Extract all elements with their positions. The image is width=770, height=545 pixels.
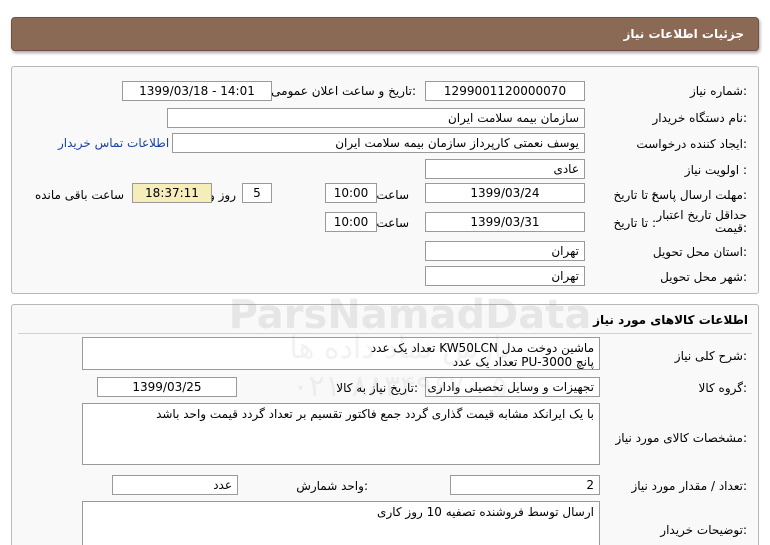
price-time-field: 10:00 [325, 212, 377, 232]
quantity-label: تعداد / مقدار مورد نیاز: [631, 479, 747, 493]
announce-field: 1399/03/18 - 14:01 [122, 81, 272, 101]
buyer-org-field: سازمان بیمه سلامت ایران [167, 108, 585, 128]
goods-group-label: گروه کالا: [698, 381, 748, 395]
priority-field: عادی [425, 159, 585, 179]
price-validity-label-2: قیمت: [714, 221, 747, 235]
price-validity-label: حداقل تاریخ اعتبار [656, 208, 747, 222]
need-number-label: شماره نیاز: [689, 84, 747, 98]
reply-deadline-label: مهلت ارسال پاسخ: [651, 188, 747, 202]
buyer-org-label: نام دستگاه خریدار: [652, 111, 748, 125]
creator-field: یوسف نعمتی کارپرداز سازمان بیمه سلامت ای… [172, 133, 585, 153]
need-date-field: 1399/03/25 [97, 377, 237, 397]
need-number-field: 1299001120000070 [425, 81, 585, 101]
description-label: شرح کلی نیاز: [674, 349, 747, 363]
buyer-notes-label: توضیحات خریدار: [660, 523, 747, 537]
days-label: روز و [209, 188, 236, 202]
goods-group-field: تجهیزات و وسایل تحصیلی واداری [425, 377, 600, 397]
buyer-contact-link[interactable]: اطلاعات تماس خریدار [58, 136, 169, 150]
announce-label: تاریخ و ساعت اعلان عمومی: [271, 84, 416, 98]
reply-time-label: ساعت [376, 188, 409, 202]
price-date-field: 1399/03/31 [425, 212, 585, 232]
goods-info-panel: اطلاعات کالاهای مورد نیاز شرح کلی نیاز: … [11, 304, 759, 545]
general-info-panel: شماره نیاز: 1299001120000070 تاریخ و ساع… [11, 66, 759, 294]
city-label: شهر محل تحویل: [660, 270, 747, 284]
creator-label: ایجاد کننده درخواست: [636, 137, 747, 151]
description-line-2: پانچ PU-3000 تعداد یک عدد [452, 355, 594, 369]
unit-label: واحد شمارش: [296, 479, 368, 493]
page-header: جزئیات اطلاعات نیاز [11, 17, 759, 51]
price-time-label: ساعت [376, 216, 409, 230]
reply-date-field: 1399/03/24 [425, 183, 585, 203]
specs-label: مشخصات کالای مورد نیاز: [615, 431, 747, 445]
unit-field: عدد [112, 475, 238, 495]
description-line-1: ماشین دوخت مدل KW50LCN تعداد یک عدد [370, 341, 594, 355]
buyer-notes-field: ارسال توسط فروشنده تصفیه 10 روز کاری [82, 501, 600, 545]
reply-to-date-label: تا تاریخ : [613, 188, 656, 202]
price-to-date-label: تا تاریخ : [613, 216, 656, 230]
description-field: ماشین دوخت مدل KW50LCN تعداد یک عدد پانچ… [82, 337, 600, 370]
specs-field: با یک ایرانکد مشابه قیمت گذاری گردد جمع … [82, 403, 600, 465]
page-title: جزئیات اطلاعات نیاز [623, 27, 744, 41]
province-label: استان محل تحویل: [652, 245, 747, 259]
priority-label: اولویت نیاز : [684, 163, 747, 177]
goods-section-title: اطلاعات کالاهای مورد نیاز [593, 313, 748, 327]
remaining-label: ساعت باقی مانده [34, 188, 124, 202]
days-field: 5 [242, 183, 272, 203]
province-field: تهران [425, 241, 585, 261]
goods-section-divider [18, 333, 752, 334]
remaining-time-field: 18:37:11 [132, 183, 212, 203]
city-field: تهران [425, 266, 585, 286]
quantity-field: 2 [450, 475, 600, 495]
reply-time-field: 10:00 [325, 183, 377, 203]
need-date-label: تاریخ نیاز به کالا: [336, 381, 418, 395]
